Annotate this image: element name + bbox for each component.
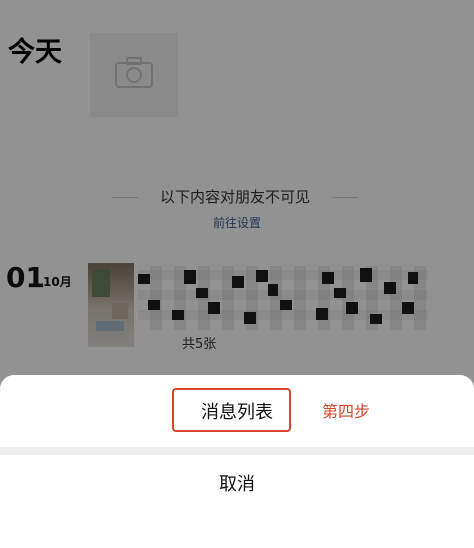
highlight-box: [172, 388, 291, 432]
sheet-separator: [0, 447, 474, 455]
step-annotation: 第四步: [322, 402, 371, 421]
action-sheet: 消息列表 第四步 取消: [0, 375, 474, 548]
cancel-button[interactable]: 取消: [0, 455, 474, 511]
